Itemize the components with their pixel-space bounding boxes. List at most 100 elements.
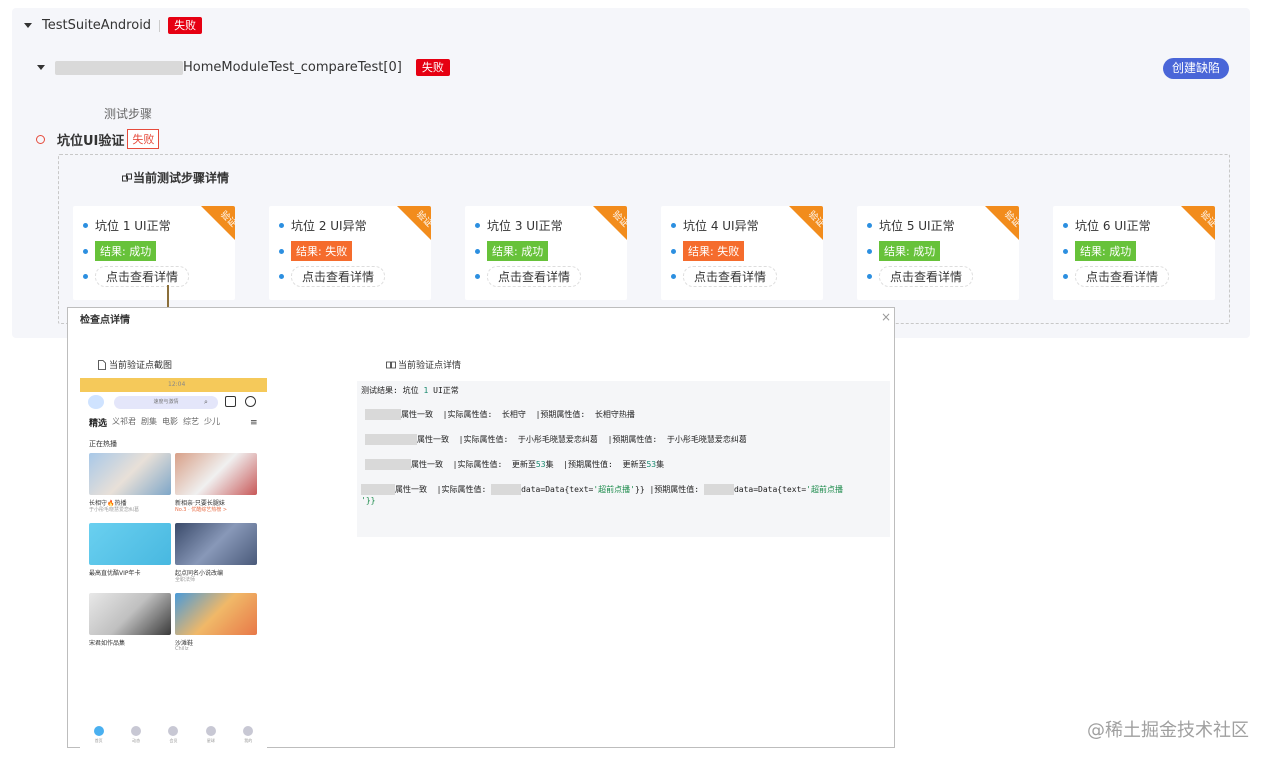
view-detail-link[interactable]: 点击查看详情 — [95, 266, 190, 287]
document-icon — [98, 359, 106, 370]
item-sub: No.3 · 优酷综艺热榜 > — [175, 507, 228, 513]
watermark: @稀土掘金技术社区 — [1087, 720, 1249, 741]
test-case-row[interactable]: HomeModuleTest_compareTest[0] 失败 — [37, 59, 450, 76]
redacted-text — [361, 484, 395, 495]
checkpoint-card[interactable]: 验证 坑位 5 UI正常 结果: 成功 点击查看详情 — [857, 206, 1019, 300]
caret-down-icon[interactable] — [37, 65, 45, 70]
suite-row[interactable]: TestSuiteAndroid 失败 — [24, 17, 203, 34]
nav-item-planet[interactable]: 星球 — [205, 726, 216, 744]
checkpoint-card[interactable]: 验证 坑位 3 UI正常 结果: 成功 点击查看详情 — [465, 206, 627, 300]
view-detail-link[interactable]: 点击查看详情 — [683, 266, 778, 287]
checkpoint-card[interactable]: 验证 坑位 1 UI正常 结果: 成功 点击查看详情 — [73, 206, 235, 300]
thumbnail[interactable] — [89, 593, 171, 635]
bullet-icon — [475, 274, 480, 279]
step-name: 坑位UI验证 — [57, 133, 125, 149]
bullet-icon — [1063, 274, 1068, 279]
phone-screenshot: 12:04 速度与激情 ⌕ 精选 义祁君 剧集 电影 综艺 少儿 ≡ 正在热播 … — [80, 378, 267, 748]
bullet-icon — [83, 274, 88, 279]
item-sub: 全职法师 — [175, 577, 196, 583]
thumbnail[interactable] — [89, 453, 171, 495]
nav-item-me[interactable]: 我的 — [243, 726, 254, 744]
test-case-status-badge: 失败 — [415, 59, 450, 76]
home-icon — [93, 726, 104, 736]
divider — [159, 19, 161, 32]
bullet-icon — [279, 248, 284, 254]
redacted-text — [491, 484, 522, 495]
nav-item-home[interactable]: 首页 — [93, 726, 104, 744]
detail-title: 当前验证点详情 — [386, 358, 461, 371]
step-row[interactable]: 坑位UI验证 失败 — [36, 129, 160, 149]
suite-status-badge: 失败 — [168, 17, 203, 34]
checkpoint-detail-box: 测试结果: 坑位 1 UI正常 属性一致 |实际属性值: 长相守 |预期属性值:… — [357, 381, 890, 537]
checkpoint-detail-modal: 检查点详情 × 当前验证点截图 当前验证点详情 12:04 速度与激情 ⌕ 精选… — [67, 307, 895, 748]
item-sub: 于小彤毛晓慧爱恋纠葛 — [89, 507, 140, 513]
redacted-text — [55, 60, 183, 75]
card-link-line: 点击查看详情 — [867, 266, 974, 287]
result-badge: 结果: 成功 — [95, 241, 157, 261]
view-detail-link[interactable]: 点击查看详情 — [291, 266, 386, 287]
avatar[interactable] — [88, 395, 104, 409]
checkpoint-card[interactable]: 验证 坑位 4 UI异常 结果: 失败 点击查看详情 — [661, 206, 823, 300]
card-title-line: 坑位 3 UI正常 — [475, 217, 563, 234]
user-icon — [243, 726, 254, 736]
phone-tab[interactable]: 少儿 — [204, 416, 220, 429]
close-icon[interactable]: × — [881, 310, 891, 324]
download-icon[interactable] — [225, 396, 236, 407]
card-title-line: 坑位 5 UI正常 — [867, 217, 955, 234]
checkpoint-card[interactable]: 验证 坑位 2 UI异常 结果: 失败 点击查看详情 — [269, 206, 431, 300]
step-detail-title-text: 当前测试步骤详情 — [133, 171, 230, 185]
card-link-line: 点击查看详情 — [671, 266, 778, 287]
bullet-icon — [671, 223, 676, 228]
result-badge: 结果: 成功 — [879, 241, 941, 261]
phone-tab[interactable]: 综艺 — [183, 416, 199, 429]
phone-tab[interactable]: 剧集 — [141, 416, 157, 429]
thumbnail[interactable] — [175, 453, 257, 495]
test-case-name: HomeModuleTest_compareTest[0] — [183, 60, 402, 75]
bullet-icon — [83, 223, 88, 228]
thumbnail[interactable] — [175, 593, 257, 635]
result-line: 测试结果: 坑位 1 UI正常 — [361, 386, 459, 395]
bullet-icon — [867, 274, 872, 279]
nav-item-vip[interactable]: 会员 — [168, 726, 179, 744]
card-link-line: 点击查看详情 — [279, 266, 386, 287]
steps-title: 测试步骤 — [104, 107, 153, 121]
phone-tab[interactable]: 精选 — [89, 416, 107, 429]
card-result-line: 结果: 失败 — [279, 241, 353, 261]
vip-icon — [168, 726, 179, 736]
bullet-icon — [83, 248, 88, 254]
view-detail-link[interactable]: 点击查看详情 — [879, 266, 974, 287]
menu-icon[interactable]: ≡ — [250, 418, 258, 428]
phone-tab[interactable]: 电影 — [162, 416, 178, 429]
card-title: 坑位 6 UI正常 — [1075, 219, 1151, 233]
create-defect-button[interactable]: 创建缺陷 — [1163, 58, 1229, 79]
step-status-badge: 失败 — [127, 129, 160, 149]
view-detail-link[interactable]: 点击查看详情 — [1075, 266, 1170, 287]
phone-tab[interactable]: 义祁君 — [112, 416, 136, 429]
bullet-icon — [475, 223, 480, 228]
card-result-line: 结果: 成功 — [1063, 241, 1137, 261]
checkpoint-card[interactable]: 验证 坑位 6 UI正常 结果: 成功 点击查看详情 — [1053, 206, 1215, 300]
thumbnail[interactable] — [175, 523, 257, 565]
card-result-line: 结果: 成功 — [475, 241, 549, 261]
suite-name: TestSuiteAndroid — [42, 18, 152, 33]
bullet-icon — [279, 274, 284, 279]
thumbnail[interactable] — [89, 523, 171, 565]
card-title-line: 坑位 2 UI异常 — [279, 217, 367, 234]
card-result-line: 结果: 成功 — [83, 241, 157, 261]
card-title: 坑位 2 UI异常 — [291, 219, 367, 233]
modal-title: 检查点详情 — [80, 315, 130, 326]
nav-item-feed[interactable]: 动态 — [131, 726, 142, 744]
card-result-line: 结果: 失败 — [671, 241, 745, 261]
bullet-icon — [1063, 248, 1068, 254]
view-detail-link[interactable]: 点击查看详情 — [487, 266, 582, 287]
bullet-icon — [671, 248, 676, 254]
card-result-line: 结果: 成功 — [867, 241, 941, 261]
item-title: 宋君如作品集 — [89, 640, 126, 647]
phone-search-input[interactable]: 速度与激情 — [114, 396, 218, 409]
bullet-icon — [867, 223, 872, 228]
history-icon[interactable] — [245, 396, 256, 407]
caret-down-icon[interactable] — [24, 23, 32, 28]
card-title-line: 坑位 4 UI异常 — [671, 217, 759, 234]
phone-bottom-nav: 首页 动态 会员 星球 我的 — [80, 722, 267, 748]
phone-status-bar: 12:04 — [80, 378, 267, 392]
